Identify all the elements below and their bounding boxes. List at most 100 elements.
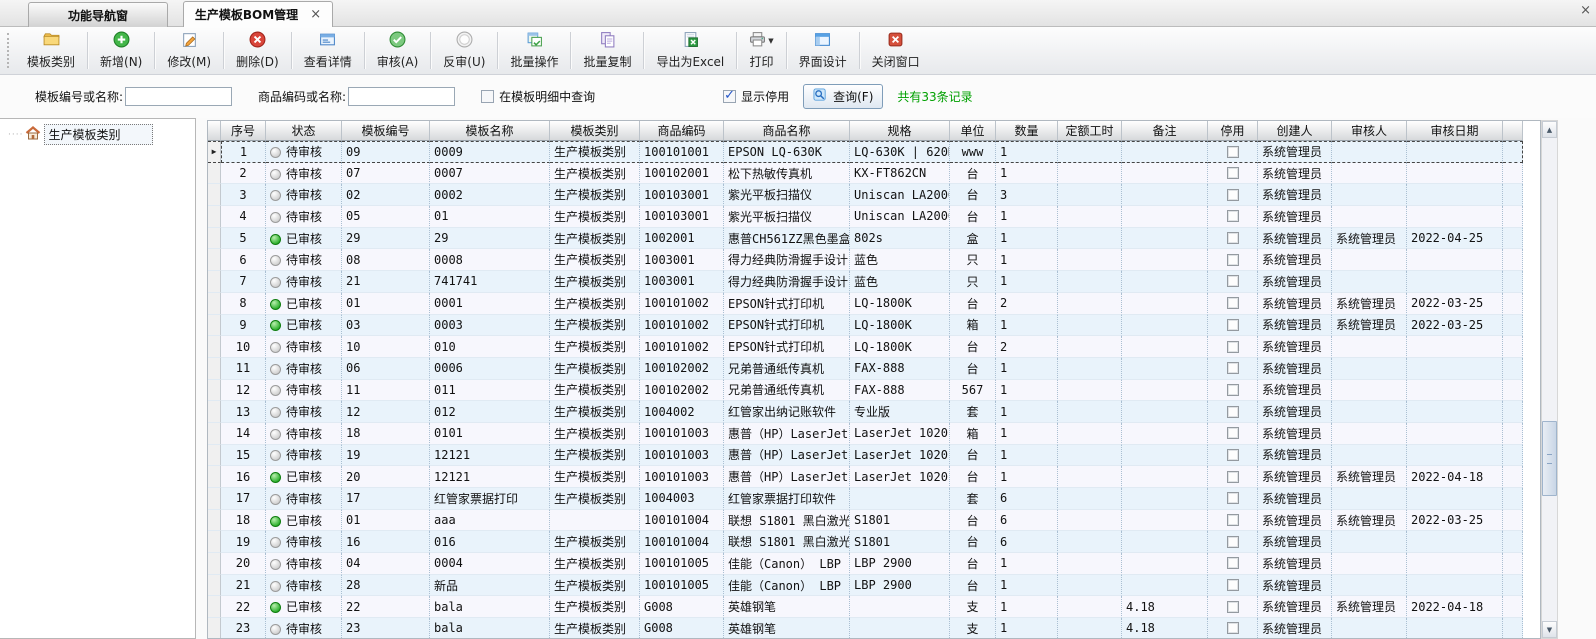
table-row[interactable]: 19待审核16016生产模板类别100101004联想 S1801 黑白激光S1… [208,531,1523,553]
edit-icon [181,31,198,51]
ui-design-button[interactable]: 界面设计 [788,27,858,74]
table-row[interactable]: 2待审核070007生产模板类别100102001松下热敏传真机KX-FT862… [208,163,1523,185]
tab-function-nav[interactable]: 功能导航窗 [28,2,168,27]
disabled-checkbox[interactable] [1227,341,1239,353]
column-header-prod_code[interactable]: 商品编码 [640,121,724,141]
table-row[interactable]: 9已审核030003生产模板类别100101002EPSON针式打印机LQ-18… [208,315,1523,337]
disabled-checkbox[interactable] [1227,557,1239,569]
cell-tpl_code: 01 [342,510,430,532]
column-header-status[interactable]: 状态 [266,121,342,141]
column-header-tpl_cat[interactable]: 模板类别 [550,121,640,141]
table-row[interactable]: 5已审核2929生产模板类别1002001惠普CH561ZZ黑色墨盒802s盒1… [208,228,1523,250]
table-row[interactable]: 14待审核180101生产模板类别100101003惠普（HP）LaserJet… [208,423,1523,445]
table-row[interactable]: 3待审核020002生产模板类别100103001紫光平板扫描仪Uniscan … [208,184,1523,206]
cell-disabled [1208,575,1258,597]
scrollbar-thumb[interactable] [1542,421,1557,496]
disabled-checkbox[interactable] [1227,167,1239,179]
unaudit-button[interactable]: 反审(U) [432,27,496,74]
table-row[interactable]: 4待审核0501生产模板类别100103001紫光平板扫描仪Uniscan LA… [208,206,1523,228]
tab-close-icon[interactable]: × [310,7,321,22]
close-window-button[interactable]: 关闭窗口 [861,27,931,74]
column-header-auditor[interactable]: 审核人 [1332,121,1407,141]
disabled-checkbox[interactable] [1227,471,1239,483]
vertical-scrollbar[interactable]: ▲ ▼ [1541,120,1558,639]
window-close-icon[interactable]: × [1580,3,1591,18]
table-row[interactable]: 22已审核22bala生产模板类别G008英雄钢笔支14.18系统管理员系统管理… [208,596,1523,618]
scrollbar-track[interactable] [1542,138,1557,621]
scroll-down-button[interactable]: ▼ [1542,621,1557,638]
disabled-checkbox[interactable] [1227,146,1239,158]
cell-spec: LBP 2900 [850,575,950,597]
column-header-disabled[interactable]: 停用 [1208,121,1258,141]
disabled-checkbox[interactable] [1227,232,1239,244]
column-header-qty[interactable]: 数量 [996,121,1058,141]
product-code-input[interactable] [348,87,455,106]
column-header-prod_name[interactable]: 商品名称 [724,121,850,141]
disabled-checkbox[interactable] [1227,622,1239,634]
disabled-checkbox[interactable] [1227,536,1239,548]
disabled-checkbox[interactable] [1227,601,1239,613]
table-row[interactable]: 20待审核040004生产模板类别100101005佳能（Canon） LBPL… [208,553,1523,575]
column-header-remark[interactable]: 备注 [1122,121,1208,141]
template-code-input[interactable] [125,87,232,106]
audit-button[interactable]: 审核(A) [366,27,430,74]
table-row[interactable]: 6待审核080008生产模板类别1003001得力经典防滑握手设计蓝色只1系统管… [208,249,1523,271]
tree-node-root[interactable]: ···· 生产模板类别 [8,124,195,145]
column-header-no[interactable]: 序号 [221,121,266,141]
print-dropdown-arrow[interactable]: ▼ [768,37,773,45]
table-row[interactable]: 15待审核1912121生产模板类别100101003惠普（HP）LaserJe… [208,445,1523,467]
pending-status-icon [270,450,281,461]
print-button[interactable]: ▼ 打印 [738,27,784,74]
disabled-checkbox[interactable] [1227,384,1239,396]
pending-status-icon [270,581,281,592]
column-header-tpl_code[interactable]: 模板编号 [342,121,430,141]
disabled-checkbox[interactable] [1227,427,1239,439]
tree-node-label[interactable]: 生产模板类别 [44,124,153,145]
column-header-creator[interactable]: 创建人 [1258,121,1332,141]
export-excel-button[interactable]: 导出为Excel [645,27,735,74]
disabled-checkbox[interactable] [1227,210,1239,222]
table-row[interactable]: 12待审核11011生产模板类别100102002兄弟普通纸传真机FAX-888… [208,380,1523,402]
disabled-checkbox[interactable] [1227,319,1239,331]
table-row[interactable]: 8已审核010001生产模板类别100101002EPSON针式打印机LQ-18… [208,293,1523,315]
table-row[interactable]: 11待审核060006生产模板类别100102002兄弟普通纸传真机FAX-88… [208,358,1523,380]
table-row[interactable]: 23待审核23bala生产模板类别G008英雄钢笔支14.18系统管理员 [208,618,1523,639]
table-row[interactable]: 10待审核10010生产模板类别100101002EPSON针式打印机LQ-18… [208,336,1523,358]
disabled-checkbox[interactable] [1227,579,1239,591]
disabled-checkbox[interactable] [1227,406,1239,418]
view-details-button[interactable]: 查看详情 [293,27,363,74]
toolbar-drag-handle[interactable] [7,33,13,68]
table-row[interactable]: 18已审核01aaa100101004联想 S1801 黑白激光S1801台6系… [208,510,1523,532]
edit-button[interactable]: 修改(M) [156,27,222,74]
disabled-checkbox[interactable] [1227,362,1239,374]
search-in-detail-checkbox[interactable] [481,90,494,103]
column-header-unit[interactable]: 单位 [950,121,996,141]
disabled-checkbox[interactable] [1227,275,1239,287]
column-header-tpl_name[interactable]: 模板名称 [430,121,550,141]
table-row[interactable]: 16已审核2012121生产模板类别100101003惠普（HP）LaserJe… [208,466,1523,488]
tab-bom-management[interactable]: 生产模板BOM管理 × [183,1,333,27]
batch-operate-button[interactable]: 批量操作 [499,27,569,74]
show-disabled-checkbox[interactable] [723,90,736,103]
table-row[interactable]: 21待审核28新品生产模板类别100101005佳能（Canon） LBPLBP… [208,575,1523,597]
disabled-checkbox[interactable] [1227,254,1239,266]
template-category-button[interactable]: 模板类别 [16,27,86,74]
column-header-hours[interactable]: 定额工时 [1058,121,1122,141]
disabled-checkbox[interactable] [1227,492,1239,504]
add-button[interactable]: 新增(N) [89,27,153,74]
table-row[interactable]: 7待审核21741741生产模板类别1003001得力经典防滑握手设计蓝色只1系… [208,271,1523,293]
disabled-checkbox[interactable] [1227,449,1239,461]
disabled-checkbox[interactable] [1227,189,1239,201]
query-button[interactable]: 查询(F) [803,84,883,109]
column-header-spec[interactable]: 规格 [850,121,950,141]
column-header-audit_date[interactable]: 审核日期 [1407,121,1503,141]
batch-copy-button[interactable]: 批量复制 [572,27,642,74]
table-row[interactable]: 13待审核12012生产模板类别1004002红管家出纳记账软件专业版套1系统管… [208,401,1523,423]
scroll-up-button[interactable]: ▲ [1542,121,1557,138]
disabled-checkbox[interactable] [1227,514,1239,526]
delete-button[interactable]: 删除(D) [225,27,290,74]
disabled-checkbox[interactable] [1227,297,1239,309]
table-row[interactable]: ▶1待审核090009生产模板类别100101001EPSON LQ-630KL… [208,141,1523,163]
cell-remark [1122,488,1208,510]
table-row[interactable]: 17待审核17红管家票据打印生产模板类别1004003红管家票据打印软件套6系统… [208,488,1523,510]
